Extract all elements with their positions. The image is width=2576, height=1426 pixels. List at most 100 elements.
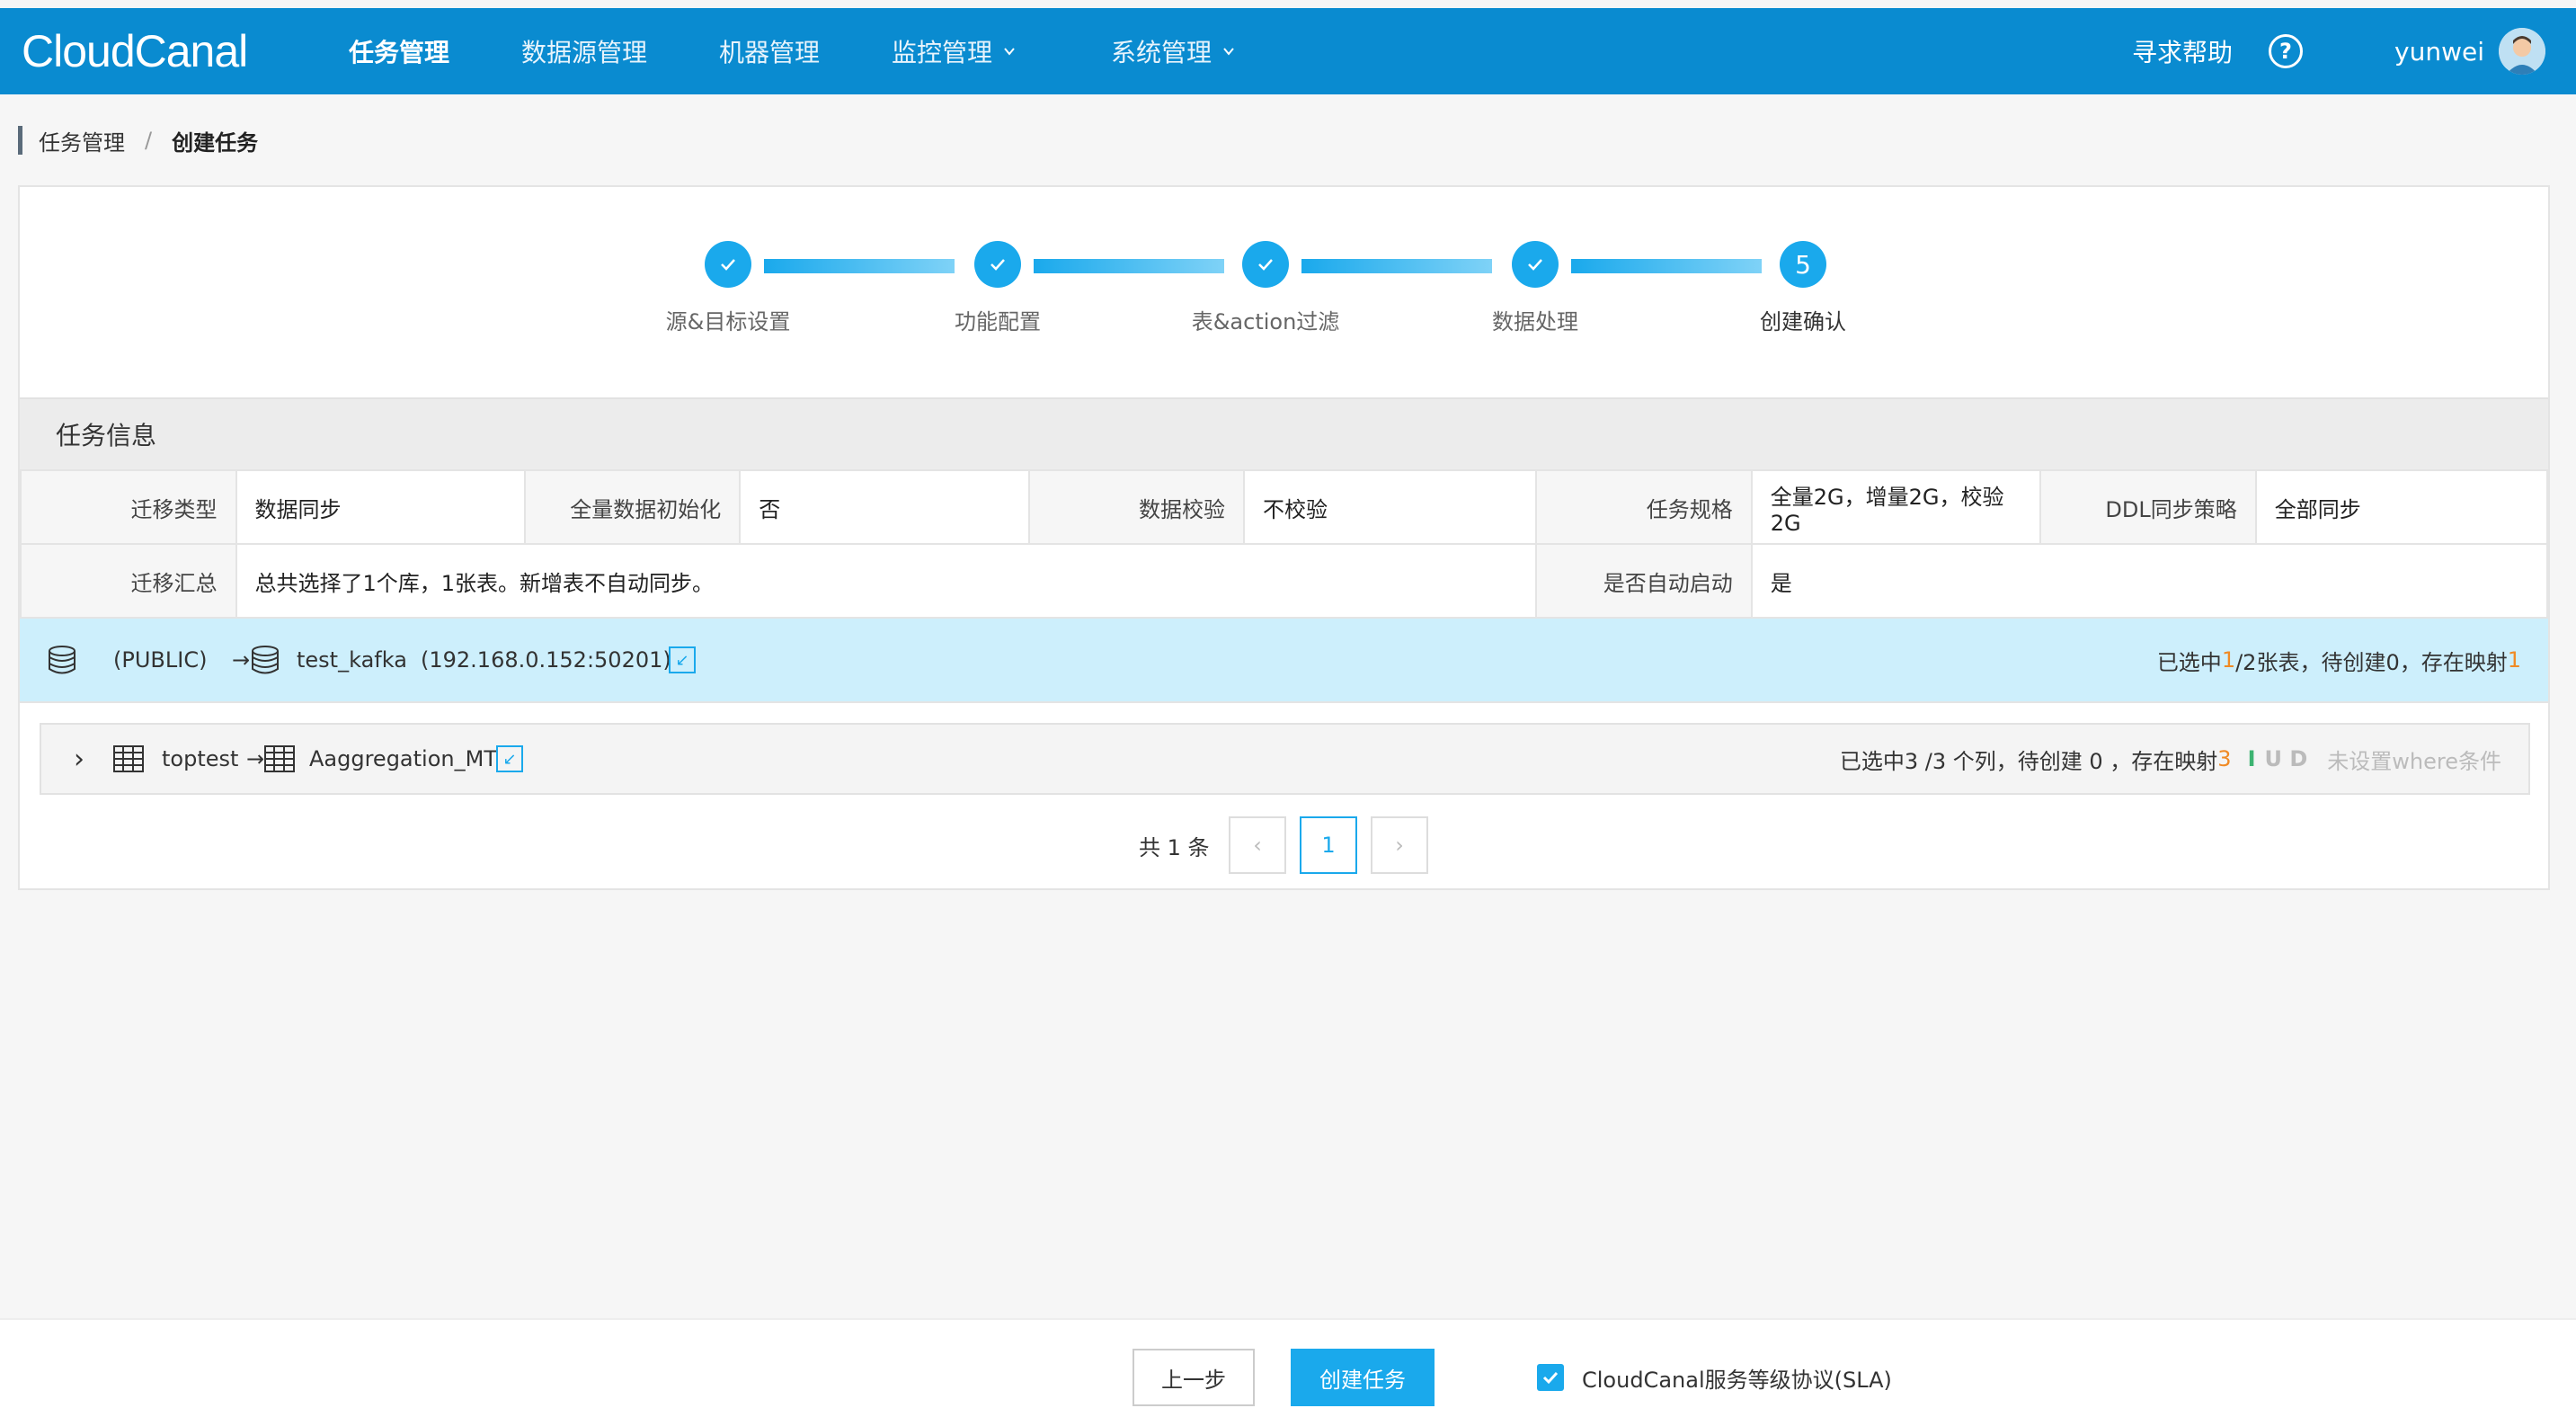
check-icon xyxy=(1542,1371,1559,1385)
user-avatar-icon xyxy=(2499,28,2545,75)
avatar xyxy=(2499,28,2545,75)
breadcrumb-separator: / xyxy=(145,128,153,153)
breadcrumb: 任务管理 / 创建任务 xyxy=(18,125,259,156)
nav-label: 机器管理 xyxy=(719,38,821,67)
full-init-label: 全量数据初始化 xyxy=(523,469,742,545)
pagination-next-button[interactable]: › xyxy=(1371,816,1428,874)
breadcrumb-current: 创建任务 xyxy=(172,129,259,156)
arrow-right-icon: → xyxy=(232,647,251,673)
migration-type-value: 数据同步 xyxy=(235,469,526,545)
nav-label: 数据源管理 xyxy=(521,38,648,67)
help-label: 寻求帮助 xyxy=(2132,38,2234,67)
create-task-button[interactable]: 创建任务 xyxy=(1291,1349,1435,1406)
source-schema: (PUBLIC) xyxy=(113,647,208,673)
summary-selected-count: 1 xyxy=(2221,647,2236,673)
nav-label: 监控管理 xyxy=(892,38,993,67)
auto-start-label: 是否自动启动 xyxy=(1535,543,1753,619)
step-5-number: 5 xyxy=(1780,241,1826,288)
ddl-strategy-value: 全部同步 xyxy=(2254,469,2549,545)
database-icon xyxy=(47,619,77,701)
step-label-4: 数据处理 xyxy=(1492,309,1578,334)
ddl-strategy-label: DDL同步策略 xyxy=(2039,469,2257,545)
nav-monitor-management[interactable]: 监控管理 xyxy=(892,8,1016,94)
create-task-card: 5 源&目标设置 功能配置 表&action过滤 数据处理 创建确认 任务信息 … xyxy=(18,185,2550,890)
pagination-total: 共 1 条 xyxy=(1139,834,1210,860)
avatar-wrap[interactable] xyxy=(2499,8,2545,94)
edit-link-icon: ↙ xyxy=(669,646,696,673)
action-update-delete-badge: U D xyxy=(2264,746,2308,771)
step-connector xyxy=(1034,259,1224,273)
migration-summary-value: 总共选择了1个库，1张表。新增表不自动同步。 xyxy=(235,543,1538,619)
target-address: (192.168.0.152:50201) xyxy=(421,647,671,673)
user-menu[interactable]: yunwei xyxy=(2394,8,2484,94)
table-icon xyxy=(113,725,144,793)
step-4-check-icon xyxy=(1512,241,1559,288)
nav-datasource-management[interactable]: 数据源管理 xyxy=(521,8,647,94)
help-button[interactable]: ? xyxy=(2269,8,2303,94)
database-icon xyxy=(250,619,280,701)
username: yunwei xyxy=(2394,36,2484,67)
step-2-check-icon xyxy=(974,241,1021,288)
step-label-5: 创建确认 xyxy=(1760,309,1846,334)
pagination-page-1[interactable]: 1 xyxy=(1300,816,1357,874)
data-check-label: 数据校验 xyxy=(1027,469,1246,545)
table-mapping-row[interactable]: › toptest → Aaggregation_MT ↙ 已选中3 /3 个列… xyxy=(40,723,2530,795)
step-label-1: 源&目标设置 xyxy=(665,309,791,334)
target-table: Aaggregation_MT xyxy=(309,746,497,771)
nav-label: 任务管理 xyxy=(349,38,450,67)
table-summary: 已选中3 /3 个列，待创建 0 ，存在映射 3 I U D 未设置where条… xyxy=(1840,725,2501,793)
section-title: 任务信息 xyxy=(56,421,157,450)
task-spec-label: 任务规格 xyxy=(1535,469,1753,545)
pagination-prev-button[interactable]: ‹ xyxy=(1229,816,1286,874)
step-label-3: 表&action过滤 xyxy=(1191,309,1340,334)
cloudcanal-logo[interactable]: CloudCanal xyxy=(22,26,248,76)
table-edit-link[interactable]: ↙ xyxy=(496,725,523,793)
source-table: toptest xyxy=(162,746,239,771)
table-icon xyxy=(264,725,295,793)
action-insert-badge: I xyxy=(2247,746,2256,771)
sla-label[interactable]: CloudCanal服务等级协议(SLA) xyxy=(1582,1362,1892,1394)
db-edit-link[interactable]: ↙ xyxy=(669,619,696,701)
question-icon: ? xyxy=(2269,34,2303,68)
where-condition-link[interactable]: 未设置where条件 xyxy=(2327,744,2501,775)
summary-mid: /2张表，待创建0，存在映射 xyxy=(2235,649,2508,675)
summary-prefix: 已选中 xyxy=(2156,649,2222,675)
top-nav: CloudCanal 任务管理 数据源管理 机器管理 监控管理 系统管理 寻求帮… xyxy=(0,8,2576,94)
edit-link-icon: ↙ xyxy=(496,745,523,772)
step-progress: 5 源&目标设置 功能配置 表&action过滤 数据处理 创建确认 xyxy=(20,187,2548,397)
chevron-down-icon xyxy=(1223,48,1234,56)
task-info-row: 迁移类型 数据同步 全量数据初始化 否 数据校验 不校验 任务规格 全量2G，增… xyxy=(20,469,2549,545)
sla-agreement[interactable]: CloudCanal服务等级协议(SLA) xyxy=(1537,1349,1892,1406)
migration-type-label: 迁移类型 xyxy=(20,469,237,545)
task-info-row: 迁移汇总 总共选择了1个库，1张表。新增表不自动同步。 是否自动启动 是 xyxy=(20,543,2549,619)
step-label-2: 功能配置 xyxy=(955,309,1041,334)
migration-summary-label: 迁移汇总 xyxy=(20,543,237,619)
nav-label: 系统管理 xyxy=(1111,38,1212,67)
step-connector xyxy=(764,259,955,273)
step-1-check-icon xyxy=(705,241,751,288)
task-info-header: 任务信息 xyxy=(20,397,2548,469)
db-summary: 已选中 1 /2张表，待创建0，存在映射 1 xyxy=(2157,619,2521,701)
sla-checkbox[interactable] xyxy=(1537,1364,1564,1391)
nav-machine-management[interactable]: 机器管理 xyxy=(719,8,820,94)
step-3-check-icon xyxy=(1242,241,1289,288)
footer-bar: 上一步 创建任务 CloudCanal服务等级协议(SLA) xyxy=(0,1318,2576,1426)
prev-step-button[interactable]: 上一步 xyxy=(1133,1349,1255,1406)
db-mapping-row[interactable]: (PUBLIC) → test_kafka (192.168.0.152:502… xyxy=(20,617,2548,703)
auto-start-value: 是 xyxy=(1750,543,2549,619)
step-connector xyxy=(1571,259,1762,273)
task-info-table: 迁移类型 数据同步 全量数据初始化 否 数据校验 不校验 任务规格 全量2G，增… xyxy=(20,469,2549,619)
breadcrumb-parent[interactable]: 任务管理 xyxy=(39,125,125,156)
chevron-down-icon xyxy=(1004,48,1015,56)
arrow-right-icon: → xyxy=(246,746,265,771)
table-summary-text: 已选中3 /3 个列，待创建 0 ，存在映射 xyxy=(1839,748,2218,774)
expand-chevron-icon[interactable]: › xyxy=(74,725,84,793)
nav-task-management[interactable]: 任务管理 xyxy=(349,8,449,94)
nav-system-management[interactable]: 系统管理 xyxy=(1111,8,1235,94)
data-check-value: 不校验 xyxy=(1243,469,1538,545)
help-link[interactable]: 寻求帮助 xyxy=(2132,8,2233,94)
target-db: test_kafka xyxy=(297,647,407,673)
task-spec-value: 全量2G，增量2G，校验2G xyxy=(1750,469,2042,545)
step-connector xyxy=(1301,259,1492,273)
mapped-count: 3 xyxy=(2217,746,2232,771)
